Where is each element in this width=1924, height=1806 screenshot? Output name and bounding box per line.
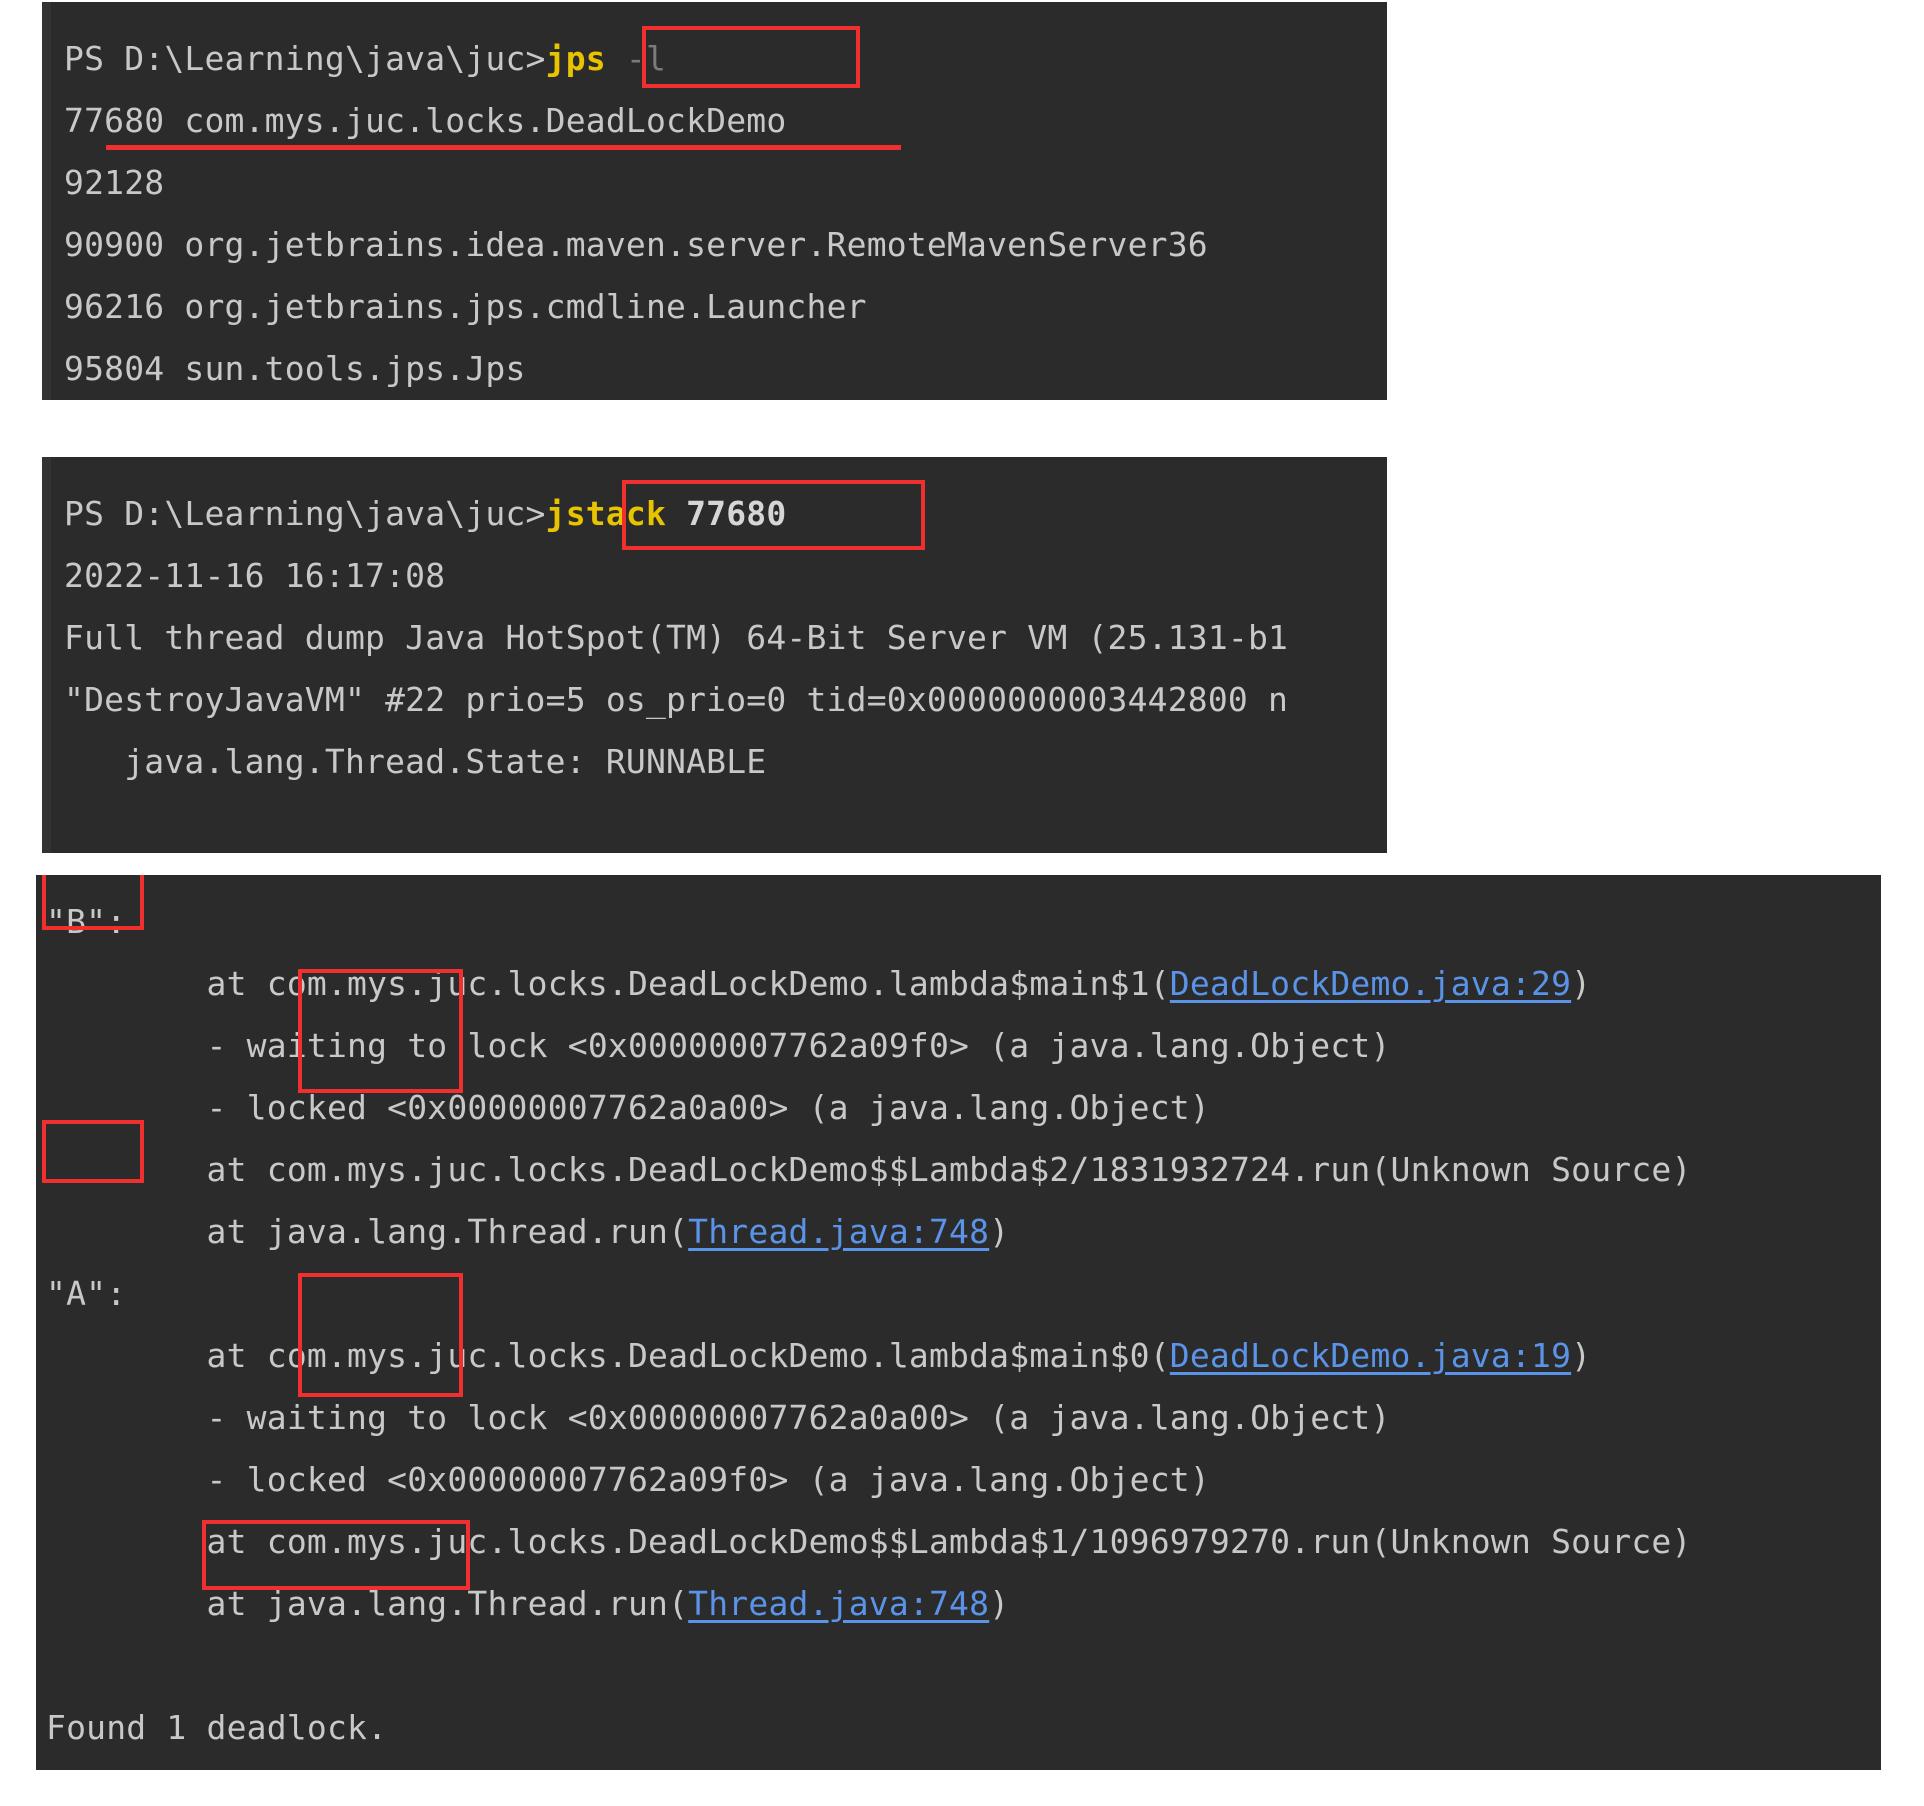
found-deadlock-line: Found 1 deadlock. [36,1697,1881,1759]
stack-frame-line: at com.mys.juc.locks.DeadLockDemo$$Lambd… [36,1139,1881,1201]
stack-indent [46,964,207,1003]
stack-text: at com.mys.juc.locks.DeadLockDemo$$Lambd… [206,1150,1692,1189]
stack-frame-line: at java.lang.Thread.run(Thread.java:748) [36,1201,1881,1263]
stack-text: at com.mys.juc.locks.DeadLockDemo.lambda… [206,964,1170,1003]
source-link[interactable]: DeadLockDemo.java:29 [1170,964,1571,1003]
terminal-panel-thread-dump: "B": at com.mys.juc.locks.DeadLockDemo.l… [36,875,1881,1770]
terminal-panel-jps: PS D:\Learning\java\juc>jps -l 77680 com… [42,2,1387,400]
stack-text-tail: ) [1571,964,1592,1003]
source-link[interactable]: Thread.java:748 [688,1212,989,1251]
stack-text: at java.lang.Thread.run( [206,1584,689,1623]
jps-output-line: 96216 org.jetbrains.jps.cmdline.Launcher [64,287,867,326]
jstack-space [666,494,686,533]
jstack-prompt-line: PS D:\Learning\java\juc>jstack 77680 [42,483,1387,545]
jps-prompt-line: PS D:\Learning\java\juc>jps -l [42,28,1387,90]
jstack-output-line: "DestroyJavaVM" #22 prio=5 os_prio=0 tid… [64,680,1289,719]
jps-output-line: 95804 sun.tools.jps.Jps [64,349,526,388]
terminal-panel-jstack: PS D:\Learning\java\juc>jstack 77680 202… [42,457,1387,853]
stack-text-tail: ) [1571,1336,1592,1375]
jstack-output-line: 2022-11-16 16:17:08 [64,556,446,595]
jps-command-arg: -l [625,39,667,78]
stack-frame-line: - locked <0x00000007762a0a00> (a java.la… [36,1077,1881,1139]
thread-b-label: "B": [46,902,127,941]
stack-indent [46,1522,207,1561]
stack-text: - waiting to lock <0x00000007762a0a00> (… [206,1398,1391,1437]
stack-indent [46,1212,207,1251]
jstack-output-line: java.lang.Thread.State: RUNNABLE [64,742,767,781]
stack-frame-line: at com.mys.juc.locks.DeadLockDemo.lambda… [36,953,1881,1015]
stack-indent [46,1336,207,1375]
stack-frame-line: - waiting to lock <0x00000007762a0a00> (… [36,1387,1881,1449]
jstack-output-line: Full thread dump Java HotSpot(TM) 64-Bit… [64,618,1289,657]
stack-indent [46,1088,207,1127]
stack-frame-line: at com.mys.juc.locks.DeadLockDemo$$Lambd… [36,1511,1881,1573]
jstack-command-arg: 77680 [686,494,787,533]
source-link[interactable]: DeadLockDemo.java:19 [1170,1336,1571,1375]
source-link[interactable]: Thread.java:748 [688,1584,989,1623]
stack-indent [46,1460,207,1499]
stack-text: - waiting to lock <0x00000007762a09f0> (… [206,1026,1391,1065]
found-prefix: Found [46,1708,167,1747]
stack-indent [46,1584,207,1623]
jps-space [606,39,626,78]
jstack-prompt: PS D:\Learning\java\juc> [64,494,546,533]
stack-frame-line: - waiting to lock <0x00000007762a09f0> (… [36,1015,1881,1077]
stack-indent [46,1150,207,1189]
jps-output-line: 92128 [64,163,165,202]
jps-output-line: 77680 com.mys.juc.locks.DeadLockDemo [64,101,787,140]
stack-text: at com.mys.juc.locks.DeadLockDemo.lambda… [206,1336,1170,1375]
stack-indent [46,1026,207,1065]
jps-output-line: 90900 org.jetbrains.idea.maven.server.Re… [64,225,1208,264]
stack-frame-line: at com.mys.juc.locks.DeadLockDemo.lambda… [36,1325,1881,1387]
stack-text: - locked <0x00000007762a09f0> (a java.la… [206,1460,1210,1499]
jps-command: jps [545,39,606,78]
stack-indent [46,1398,207,1437]
stack-text-tail: ) [989,1212,1010,1251]
stack-frame-line: - locked <0x00000007762a09f0> (a java.la… [36,1449,1881,1511]
stack-text: - locked <0x00000007762a0a00> (a java.la… [206,1088,1210,1127]
stack-text-tail: ) [989,1584,1010,1623]
stack-frame-line: at java.lang.Thread.run(Thread.java:748) [36,1573,1881,1635]
jstack-command: jstack [545,494,667,533]
stack-text: at java.lang.Thread.run( [206,1212,689,1251]
stack-text: at com.mys.juc.locks.DeadLockDemo$$Lambd… [206,1522,1692,1561]
thread-a-label: "A": [46,1274,127,1313]
found-deadlock-count: 1 deadlock. [166,1708,388,1747]
jps-prompt: PS D:\Learning\java\juc> [64,39,546,78]
